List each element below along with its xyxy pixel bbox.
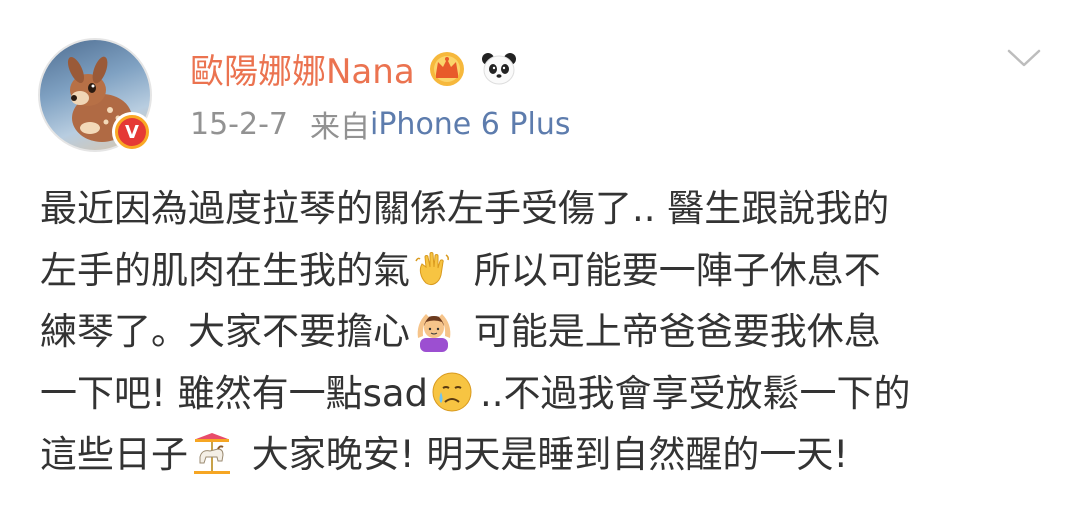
chevron-down-icon[interactable] [1006, 46, 1042, 70]
source-prefix: 来自 [310, 110, 370, 145]
waving-hand-emoji [412, 247, 456, 291]
weibo-post-card: V 歐陽娜娜Nana 15-2-7 来自 iPhone 6 Plus 最近因為過… [0, 0, 1080, 513]
author-row: 歐陽娜娜Nana [190, 42, 519, 94]
source-device-link[interactable]: iPhone 6 Plus [370, 107, 571, 142]
post-body: 最近因為過度拉琴的關係左手受傷了.. 醫生跟說我的 左手的肌肉在生我的氣 所以可… [40, 178, 1050, 486]
carousel-horse-emoji [190, 431, 234, 475]
panda-icon[interactable] [479, 48, 519, 88]
post-timestamp: 15-2-7 [190, 106, 288, 142]
verified-badge-icon: V [112, 112, 152, 152]
author-avatar[interactable]: V [38, 38, 152, 152]
post-text-segment-5: 大家晚安! 明天是睡到自然醒的一天! [240, 433, 849, 476]
crying-face-emoji [430, 370, 474, 414]
hands-on-head-emoji [412, 308, 456, 352]
author-name[interactable]: 歐陽娜娜Nana [190, 44, 415, 93]
crown-icon[interactable] [427, 48, 467, 88]
verified-badge-label: V [118, 118, 146, 146]
post-meta: 15-2-7 来自 iPhone 6 Plus [190, 102, 571, 146]
